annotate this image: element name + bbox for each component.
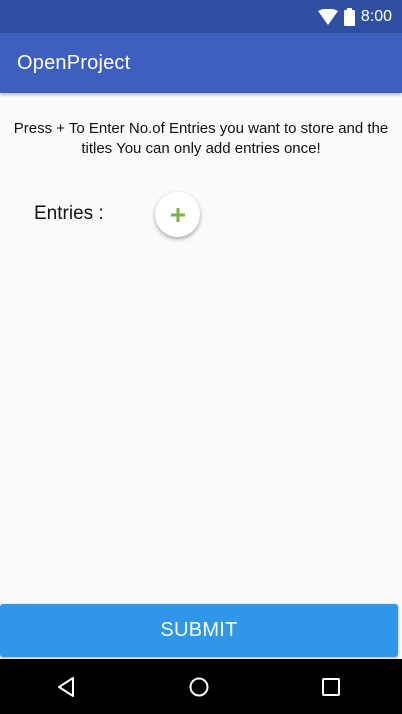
nav-home-button[interactable] <box>183 671 215 703</box>
app-screen: 8:00 OpenProject Press + To Enter No.of … <box>0 0 402 714</box>
wifi-icon <box>317 8 338 25</box>
entries-label: Entries : <box>34 203 104 224</box>
back-icon <box>56 676 76 698</box>
nav-recents-button[interactable] <box>315 671 347 703</box>
status-time: 8:00 <box>360 7 392 25</box>
recents-icon <box>321 677 341 697</box>
battery-icon <box>343 7 355 26</box>
navigation-bar <box>0 659 402 714</box>
status-bar: 8:00 <box>0 0 402 33</box>
submit-label: SUBMIT <box>160 619 238 641</box>
instructions-text: Press + To Enter No.of Entries you want … <box>13 120 389 157</box>
plus-icon <box>170 207 186 223</box>
app-title: OpenProject <box>17 51 131 74</box>
submit-button[interactable]: SUBMIT <box>0 604 398 657</box>
app-bar: OpenProject <box>0 33 402 93</box>
add-entries-button[interactable] <box>155 192 200 237</box>
home-icon <box>188 676 210 698</box>
nav-back-button[interactable] <box>50 671 82 703</box>
